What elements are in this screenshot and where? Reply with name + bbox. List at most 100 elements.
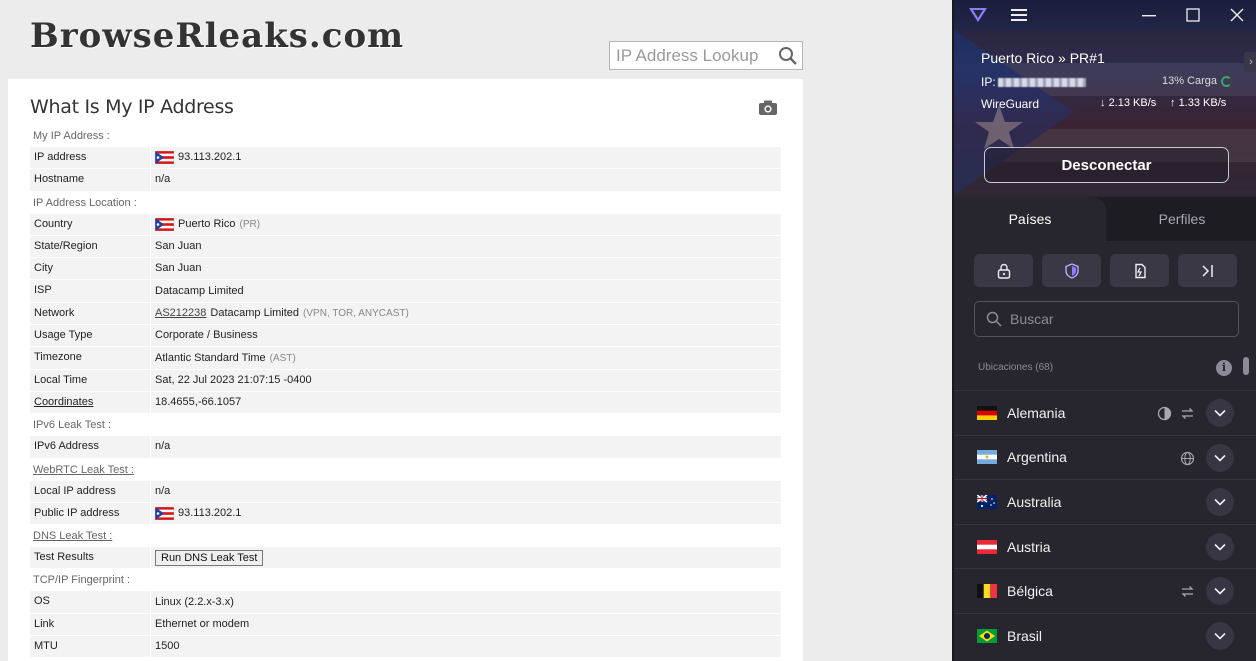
upload-speed: ↑ 1.33 KB/s <box>1170 97 1227 109</box>
section-title: IP Address Location : <box>33 196 137 209</box>
table-row: IPv6 Address n/a <box>30 436 781 459</box>
disconnect-button[interactable]: Desconectar <box>984 147 1229 183</box>
row-value: San Juan <box>150 235 781 258</box>
asn-link[interactable]: AS212238 <box>155 303 206 324</box>
row-label: Hostname <box>30 169 150 190</box>
split-tunnel-filter-button[interactable] <box>1178 254 1237 287</box>
row-value: Datacamp Limited <box>150 280 781 302</box>
row-label: Timezone <box>30 347 150 368</box>
row-value: Puerto Rico (PR) <box>150 213 781 235</box>
row-label: Country <box>30 214 150 235</box>
table-row: Public IP address 93.113.202.1 <box>30 502 781 526</box>
chevron-down-icon <box>1214 632 1226 640</box>
row-label-text: Test Results <box>34 551 94 564</box>
camera-icon[interactable] <box>759 100 777 115</box>
expand-country-button[interactable] <box>1206 532 1234 561</box>
section-title: WebRTC Leak Test : <box>33 463 134 476</box>
streaming-filter-button[interactable] <box>1110 254 1169 287</box>
country-row[interactable]: Bélgica <box>954 568 1256 613</box>
scrollbar-thumb[interactable] <box>1243 357 1249 375</box>
country-flag-icon <box>977 450 997 465</box>
row-label: Local IP address <box>30 481 150 502</box>
info-icon[interactable]: i <box>1216 360 1232 376</box>
row-label-text: IPv6 Address <box>34 440 99 453</box>
country-name: Argentina <box>1007 449 1067 466</box>
expand-country-button[interactable] <box>1206 577 1234 606</box>
row-value-note: (AST) <box>269 352 296 364</box>
chevron-down-icon <box>1214 588 1226 596</box>
logo-text: BrowseRleaks.com <box>30 16 405 56</box>
country-row[interactable]: Australia <box>954 479 1256 524</box>
tab-profiles[interactable]: Perfiles <box>1106 197 1256 241</box>
expand-country-button[interactable] <box>1206 399 1234 427</box>
row-value-text: Atlantic Standard Time <box>155 351 266 364</box>
expand-country-button[interactable] <box>1206 621 1234 650</box>
expand-country-button[interactable] <box>1206 488 1234 517</box>
secure-core-filter-button[interactable] <box>974 254 1033 287</box>
row-value: AS212238 Datacamp Limited (VPN, TOR, ANYCA… <box>150 302 781 325</box>
row-value: San Juan <box>150 258 781 280</box>
server-load: 13% Carga <box>1162 75 1233 87</box>
country-flag-icon <box>977 405 997 420</box>
row-value-text: Sat, 22 Jul 2023 21:07:15 -0400 <box>155 373 312 386</box>
tab-countries[interactable]: Países <box>954 197 1106 241</box>
country-row[interactable]: Brasil <box>954 612 1256 658</box>
maximize-icon[interactable] <box>1186 8 1200 22</box>
table-row: Link Ethernet or modem <box>30 613 781 637</box>
chevron-down-icon <box>1214 409 1226 417</box>
country-flag-icon <box>977 539 997 554</box>
netshield-filter-button[interactable] <box>1042 254 1101 287</box>
ip-lookup-input[interactable] <box>610 45 770 66</box>
locations-header: Ubicaciones (68) <box>978 362 1054 373</box>
minimize-icon[interactable] <box>1142 10 1156 20</box>
row-label-text: Local IP address <box>34 484 116 497</box>
download-speed: ↓ 2.13 KB/s <box>1100 97 1157 109</box>
section-header[interactable]: DNS Leak Test : <box>30 525 781 547</box>
row-value-text: 18.4655,-66.1057 <box>155 396 242 409</box>
row-value-text: San Juan <box>155 240 202 253</box>
country-row[interactable]: Austria <box>954 523 1256 569</box>
ip-address-line: IP: <box>981 75 1086 89</box>
country-name: Alemania <box>1007 404 1066 421</box>
row-label: ISP <box>30 280 150 301</box>
country-row[interactable]: Argentina <box>954 434 1256 480</box>
run-dns-leak-test-button[interactable]: Run DNS Leak Test <box>155 549 264 566</box>
arrow-to-line-icon <box>1201 264 1213 277</box>
row-label: City <box>30 258 150 279</box>
table-row: State/Region San Juan <box>30 235 781 259</box>
ip-lookup-box <box>609 41 803 70</box>
section-title: DNS Leak Test : <box>33 530 113 543</box>
search-icon[interactable] <box>778 46 798 66</box>
protocol-name: WireGuard <box>981 97 1040 111</box>
tab-bar: Países Perfiles <box>954 197 1256 241</box>
puerto-rico-flag-icon <box>155 507 174 520</box>
country-list: Alemania Argentina Australia Austria Bélgica… <box>954 390 1256 658</box>
row-label-text: Hostname <box>34 173 85 186</box>
table-row: Local Time Sat, 22 Jul 2023 21:07:15 -040… <box>30 369 781 392</box>
row-value: Run DNS Leak Test <box>150 547 781 569</box>
masked-ip-value <box>997 78 1086 88</box>
table-row: OS Linux (2.2.x-3.x) <box>30 591 781 614</box>
section-header: My IP Address : <box>30 125 781 147</box>
country-search-input[interactable] <box>1002 311 1222 327</box>
row-label-text: Link <box>34 617 55 630</box>
row-label[interactable]: Coordinates <box>30 392 150 413</box>
country-flag-icon <box>977 494 997 509</box>
browserleaks-logo[interactable]: BrowseRleaks.com <box>30 10 404 62</box>
country-row[interactable]: Alemania <box>954 390 1256 435</box>
row-value: Ethernet or modem <box>150 613 781 636</box>
title-bar <box>954 0 1256 30</box>
expand-country-button[interactable] <box>1206 443 1234 472</box>
row-value-text: 1500 <box>155 640 180 653</box>
row-value-text: n/a <box>155 484 171 497</box>
row-label-text: IP address <box>34 151 87 163</box>
country-name: Bélgica <box>1007 583 1053 600</box>
row-value: 93.113.202.1 <box>150 502 781 525</box>
close-icon[interactable] <box>1230 8 1244 22</box>
chevron-right-icon[interactable]: › <box>1244 52 1256 72</box>
sim-card-icon <box>1134 263 1146 278</box>
section-header[interactable]: WebRTC Leak Test : <box>30 459 781 481</box>
row-value-text: 93.113.202.1 <box>178 151 242 164</box>
hamburger-menu-icon[interactable] <box>1011 8 1027 22</box>
proton-vpn-logo-icon <box>969 8 987 22</box>
